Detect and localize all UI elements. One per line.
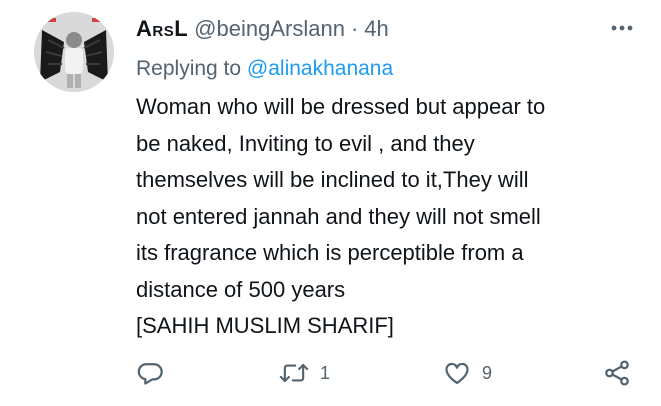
tweet-text-line: [SAHIH MUSLIM SHARIF] — [136, 313, 394, 338]
tweet-actions: 1 9 — [136, 356, 636, 390]
replying-to-mention[interactable]: @alinakhanana — [247, 57, 393, 80]
replying-to-label: Replying to — [136, 57, 242, 80]
tweet-header: ArsL @beingArslann · 4h — [136, 14, 636, 44]
more-options-icon[interactable] — [608, 14, 636, 42]
heart-icon — [442, 359, 472, 387]
timestamp[interactable]: 4h — [364, 14, 388, 44]
tweet-text-line: be naked, Inviting to evil , and they — [136, 130, 475, 156]
retweet-icon — [278, 359, 310, 387]
reply-bubble-icon — [136, 359, 164, 387]
retweet-count: 1 — [320, 362, 331, 383]
tweet-text-line: Woman who will be dressed but appear to — [136, 94, 546, 119]
tweet-content: ArsL @beingArslann · 4h Replying to @ali… — [136, 14, 636, 345]
display-name[interactable]: ArsL — [136, 14, 188, 44]
tweet-text-line: its fragrance which is perceptible from … — [136, 240, 524, 265]
tweet-text-line: distance of 500 years — [136, 276, 346, 302]
separator-dot: · — [350, 16, 359, 41]
tweet-card[interactable]: ArsL @beingArslann · 4h Replying to @ali… — [0, 0, 661, 406]
tweet-text-line: not entered jannah and they will not sme… — [136, 203, 541, 229]
tweet-text-line: themselves will be inclined to it,They w… — [136, 167, 529, 192]
user-handle[interactable]: @beingArslann — [194, 14, 345, 44]
tweet-text: Woman who will be dressed but appear to … — [136, 89, 636, 345]
retweet-button[interactable]: 1 — [278, 356, 330, 390]
avatar[interactable] — [34, 12, 114, 92]
share-button[interactable] — [602, 356, 632, 390]
like-button[interactable]: 9 — [442, 356, 492, 390]
share-icon — [602, 358, 632, 388]
like-count: 9 — [482, 362, 493, 383]
reply-button[interactable] — [136, 356, 164, 390]
replying-to: Replying to @alinakhanana — [136, 54, 636, 84]
